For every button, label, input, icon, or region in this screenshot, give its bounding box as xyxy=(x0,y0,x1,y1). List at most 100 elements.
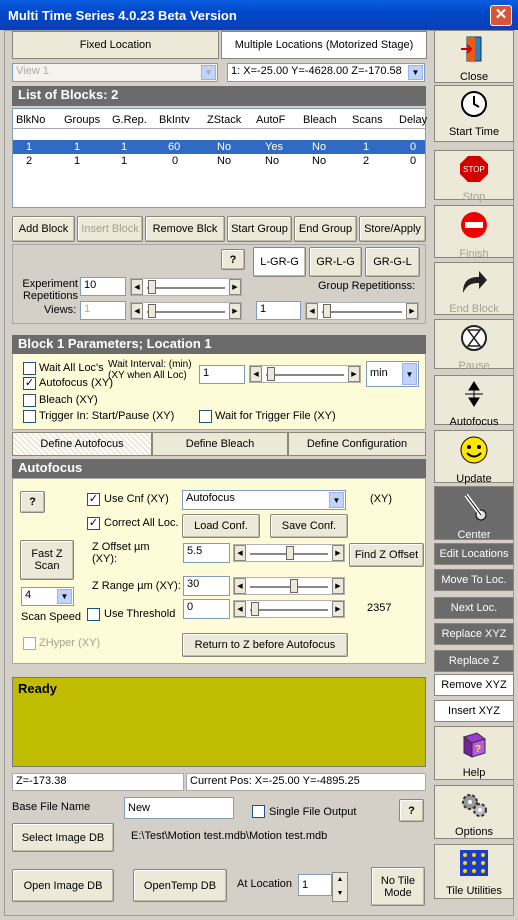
slider-thumb[interactable] xyxy=(286,546,294,560)
load-conf-button[interactable]: Load Conf. xyxy=(182,514,260,538)
tab-fixed-location[interactable]: Fixed Location xyxy=(12,31,219,59)
tab-multiple-locations[interactable]: Multiple Locations (Motorized Stage) xyxy=(221,31,427,59)
file-help-button[interactable]: ? xyxy=(399,799,424,822)
correct-all-checkbox[interactable]: ✓ xyxy=(87,517,100,530)
chevron-down-icon: ▼ xyxy=(402,363,417,385)
order-l-gr-g-button[interactable]: L-GR-G xyxy=(253,247,306,277)
wait-interval-slider[interactable]: ◀ ▶ xyxy=(249,365,361,383)
at-location-input[interactable]: 1 xyxy=(298,874,332,896)
slider-thumb[interactable] xyxy=(267,367,275,381)
use-threshold-checkbox[interactable] xyxy=(87,608,100,621)
group-repetitions-input[interactable]: 1 xyxy=(256,301,301,320)
wait-all-checkbox[interactable] xyxy=(23,362,36,375)
slider-thumb[interactable] xyxy=(251,602,259,616)
slider-thumb[interactable] xyxy=(290,579,298,593)
move-to-loc-button[interactable]: Move To Loc. xyxy=(434,569,514,591)
trigger-checkbox[interactable] xyxy=(23,410,36,423)
repetitions-help-button[interactable]: ? xyxy=(221,249,245,270)
blocks-table[interactable]: BlkNo Groups G.Rep. BkIntv ZStack AutoF … xyxy=(12,108,428,208)
insert-block-button[interactable]: Insert Block xyxy=(77,216,143,242)
start-time-button[interactable]: Start Time xyxy=(434,85,514,142)
end-group-button[interactable]: End Group xyxy=(294,216,357,242)
pause-button[interactable]: Pause xyxy=(434,319,514,372)
table-cell: No xyxy=(265,155,280,167)
bleach-xy-label: Bleach (XY) xyxy=(39,394,98,406)
column-header: Delay xyxy=(399,114,428,126)
z-range-input[interactable]: 30 xyxy=(183,576,230,596)
tab-define-bleach[interactable]: Define Bleach xyxy=(152,432,288,456)
table-cell: 2 xyxy=(26,155,33,167)
autofocus-xy-checkbox[interactable]: ✓ xyxy=(23,377,36,390)
experiment-repetitions-input[interactable]: 10 xyxy=(80,277,126,296)
open-image-db-button[interactable]: Open Image DB xyxy=(12,869,114,902)
center-button[interactable]: Center xyxy=(434,486,514,541)
tab-define-configuration[interactable]: Define Configuration xyxy=(288,432,426,456)
autofocus-header: Autofocus xyxy=(12,459,426,478)
autofocus-button[interactable]: Autofocus xyxy=(434,375,514,428)
wait-trigger-checkbox[interactable] xyxy=(199,410,212,423)
views-input[interactable]: 1 xyxy=(80,301,126,320)
replace-xyz-button[interactable]: Replace XYZ xyxy=(434,623,514,645)
add-block-button[interactable]: Add Block xyxy=(12,216,75,242)
order-gr-l-g-button[interactable]: GR-L-G xyxy=(309,247,362,277)
stop-button[interactable]: STOP Stop xyxy=(434,150,514,203)
z-offset-slider[interactable]: ◀ ▶ xyxy=(233,544,345,562)
table-row[interactable]: 2 1 1 0 No No No 2 0 xyxy=(13,154,425,168)
slider-track xyxy=(250,586,328,588)
options-button[interactable]: Options xyxy=(434,785,514,839)
experiment-repetitions-slider[interactable]: ◀ ▶ xyxy=(130,278,242,296)
autofocus-help-button[interactable]: ? xyxy=(20,491,45,513)
base-file-input[interactable]: New xyxy=(124,797,234,819)
view-combo[interactable]: View 1 ▼ xyxy=(12,63,218,82)
single-file-checkbox[interactable] xyxy=(252,805,265,818)
edit-locations-button[interactable]: Edit Locations xyxy=(434,543,514,565)
replace-z-button[interactable]: Replace Z xyxy=(434,650,514,672)
table-row[interactable]: 1 1 1 60 No Yes No 1 0 xyxy=(13,140,425,154)
remove-xyz-button[interactable]: Remove XYZ xyxy=(434,674,514,696)
slider-thumb[interactable] xyxy=(148,304,156,318)
update-label: Update xyxy=(456,473,492,485)
save-conf-button[interactable]: Save Conf. xyxy=(270,514,348,538)
slider-thumb[interactable] xyxy=(148,280,156,294)
finish-button[interactable]: Finish xyxy=(434,205,514,260)
zhyper-checkbox[interactable] xyxy=(23,637,36,650)
threshold-input[interactable]: 0 xyxy=(183,599,230,619)
tab-define-autofocus[interactable]: Define Autofocus xyxy=(12,432,152,456)
end-block-button[interactable]: End Block xyxy=(434,262,514,315)
blocks-table-header: BlkNo Groups G.Rep. BkIntv ZStack AutoF … xyxy=(13,109,428,129)
return-z-button[interactable]: Return to Z before Autofocus xyxy=(182,633,348,657)
z-range-slider[interactable]: ◀ ▶ xyxy=(233,577,345,595)
tile-utilities-button[interactable]: Tile Utilities xyxy=(434,844,514,899)
views-slider[interactable]: ◀ ▶ xyxy=(130,302,242,320)
location-combo[interactable]: 1: X=-25.00 Y=-4628.00 Z=-170.58 ▼ xyxy=(227,63,425,82)
scan-speed-combo[interactable]: 4 ▼ xyxy=(21,587,74,606)
find-z-offset-button[interactable]: Find Z Offset xyxy=(349,543,424,567)
z-offset-input[interactable]: 5.5 xyxy=(183,543,230,563)
interval-unit-combo[interactable]: min ▼ xyxy=(366,361,419,387)
update-button[interactable]: Update xyxy=(434,430,514,485)
fast-z-scan-button[interactable]: Fast Z Scan xyxy=(20,540,74,580)
at-location-spinner[interactable]: ▲ ▼ xyxy=(332,872,348,902)
insert-xyz-button[interactable]: Insert XYZ xyxy=(434,700,514,722)
next-loc-button[interactable]: Next Loc. xyxy=(434,597,514,619)
bleach-xy-checkbox[interactable] xyxy=(23,394,36,407)
store-apply-button[interactable]: Store/Apply xyxy=(359,216,426,242)
open-temp-db-button[interactable]: OpenTemp DB xyxy=(133,869,227,902)
close-button[interactable]: Close xyxy=(434,30,514,83)
remove-block-button[interactable]: Remove Blck xyxy=(145,216,225,242)
window-close-button[interactable]: ✕ xyxy=(490,5,512,26)
threshold-slider[interactable]: ◀ ▶ xyxy=(233,600,345,618)
table-cell: No xyxy=(217,141,232,153)
slider-thumb[interactable] xyxy=(323,304,331,318)
order-gr-g-l-button[interactable]: GR-G-L xyxy=(365,247,420,277)
start-group-button[interactable]: Start Group xyxy=(227,216,292,242)
table-cell: 0 xyxy=(410,141,417,153)
group-repetitions-slider[interactable]: ◀ ▶ xyxy=(305,302,419,320)
autofocus-config-combo[interactable]: Autofocus ▼ xyxy=(182,490,346,510)
wait-interval-input[interactable]: 1 xyxy=(199,365,245,384)
use-cnf-checkbox[interactable]: ✓ xyxy=(87,493,100,506)
help-button[interactable]: ? Help xyxy=(434,726,514,780)
no-tile-mode-button[interactable]: No Tile Mode xyxy=(371,867,425,906)
select-image-db-button[interactable]: Select Image DB xyxy=(12,823,114,852)
correct-all-label: Correct All Loc. xyxy=(104,517,179,529)
